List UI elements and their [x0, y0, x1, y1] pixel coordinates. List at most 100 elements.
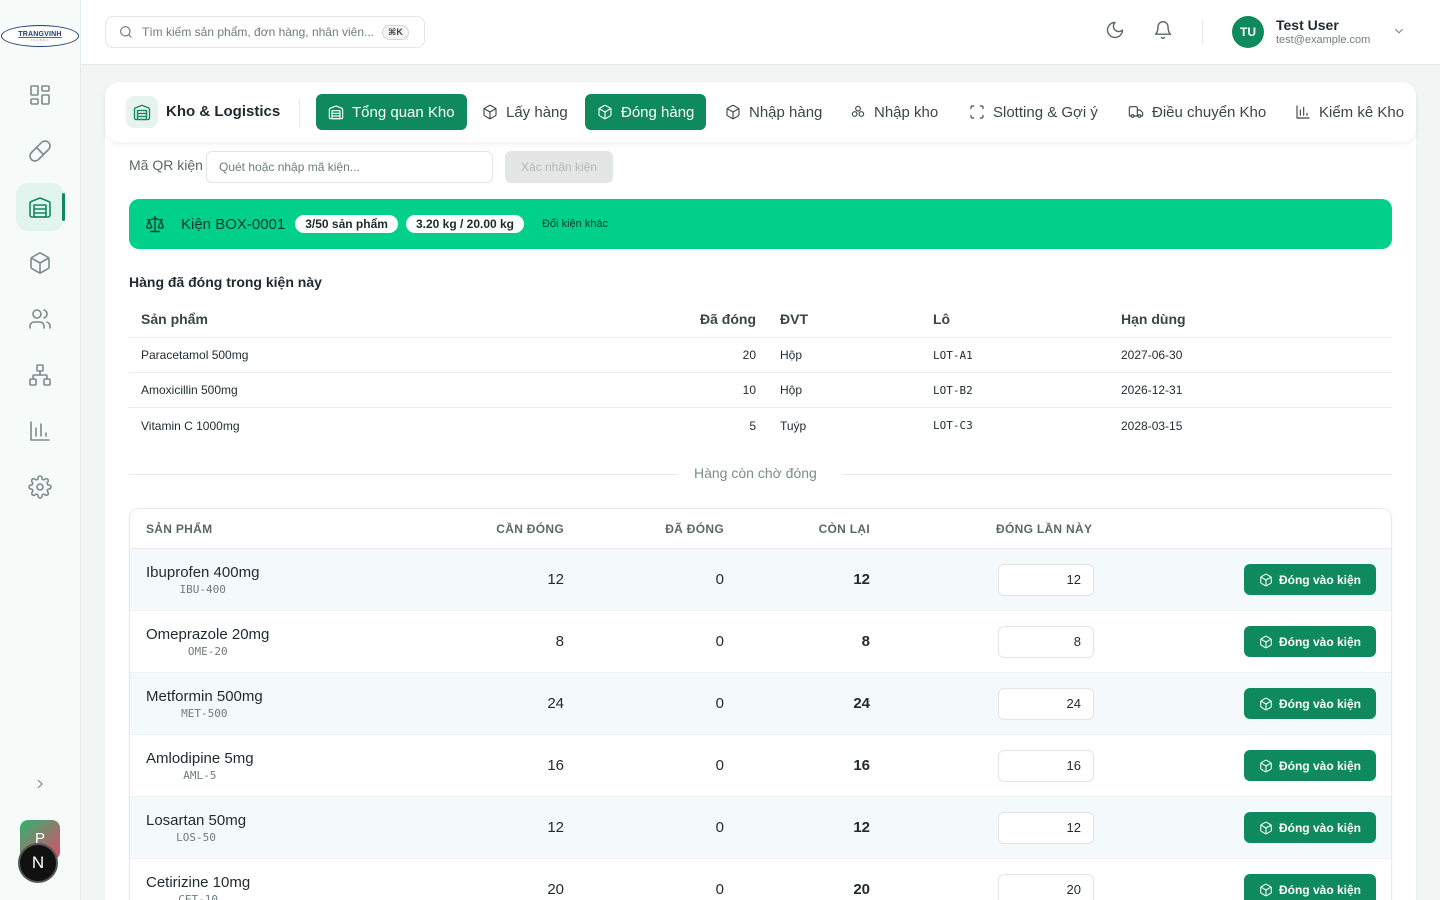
- sidebar-item-warehouse[interactable]: [16, 183, 65, 231]
- tab-label: Nhập kho: [874, 103, 939, 121]
- remaining-qty: 12: [853, 571, 870, 588]
- global-search[interactable]: Tìm kiếm sản phẩm, đơn hàng, nhân viên..…: [105, 16, 425, 48]
- remaining-qty: 20: [853, 881, 870, 898]
- user-name[interactable]: Test User: [1276, 17, 1339, 33]
- pack-qty-input[interactable]: [998, 625, 1094, 658]
- lot: LOT-C3: [933, 419, 973, 432]
- tab-stocktake[interactable]: Kiểm kê Kho: [1283, 94, 1416, 130]
- col-product: SẢN PHẨM: [146, 521, 213, 536]
- pack-qty-input[interactable]: [998, 873, 1094, 900]
- pending-table: SẢN PHẨM CẦN ĐÓNG ĐÃ ĐÓNG CÒN LẠI ĐÓNG L…: [129, 508, 1392, 900]
- pack-qty-input[interactable]: [998, 687, 1094, 720]
- pack-qty-input[interactable]: [998, 749, 1094, 782]
- sidebar-item-organization[interactable]: [16, 351, 64, 399]
- col-packed: Đã đóng: [700, 310, 756, 327]
- done-qty: 0: [715, 881, 724, 898]
- pack-button-label: Đóng vào kiện: [1278, 758, 1361, 773]
- divider-line: [129, 474, 678, 475]
- sidebar-expand-button[interactable]: [28, 772, 52, 796]
- product-name: Ibuprofen 400mg: [146, 563, 260, 581]
- search-shortcut: ⌘K: [382, 24, 409, 40]
- col-unit: ĐVT: [780, 310, 808, 327]
- pack-into-box-button[interactable]: Đóng vào kiện: [1244, 812, 1376, 843]
- pack-into-box-button[interactable]: Đóng vào kiện: [1244, 688, 1376, 719]
- scale-icon: [145, 215, 165, 233]
- tab-putaway[interactable]: Nhập kho: [838, 94, 950, 130]
- lot: LOT-B2: [933, 383, 973, 397]
- col-need: CẦN ĐÓNG: [496, 521, 564, 536]
- pack-into-box-button[interactable]: Đóng vào kiện: [1244, 874, 1376, 900]
- pack-qty-input[interactable]: [998, 811, 1094, 844]
- pack-into-box-button[interactable]: Đóng vào kiện: [1244, 750, 1376, 781]
- sidebar-item-pharmacy[interactable]: [16, 127, 64, 175]
- swap-box-link[interactable]: Đổi kiện khác: [542, 218, 608, 230]
- need-qty: 20: [547, 881, 564, 898]
- sidebar: TRANGVINH PHARMA P N: [0, 0, 81, 900]
- col-product: Sản phẩm: [141, 310, 208, 327]
- tab-slotting[interactable]: Slotting & Gợi ý: [957, 94, 1110, 130]
- table-row: Losartan 50mgLOS-50 12 0 12 Đóng vào kiện: [130, 797, 1391, 859]
- current-box-banner: Kiện BOX-0001 3/50 sản phẩm 3.20 kg / 20…: [129, 199, 1392, 249]
- sidebar-item-reports[interactable]: [16, 407, 64, 455]
- tab-warehouse-overview[interactable]: Tổng quan Kho: [316, 94, 467, 130]
- pack-into-box-button[interactable]: Đóng vào kiện: [1244, 564, 1376, 595]
- box-icon: [1260, 821, 1272, 834]
- qr-label: Mã QR kiện: [129, 157, 203, 173]
- next-avatar[interactable]: N: [18, 843, 58, 883]
- remaining-qty: 24: [853, 695, 870, 712]
- pack-button-cell: Đóng vào kiện: [1244, 673, 1376, 734]
- col-done: ĐÃ ĐÓNG: [665, 521, 724, 536]
- confirm-box-button[interactable]: Xác nhận kiện: [505, 151, 613, 183]
- tab-packing[interactable]: Đóng hàng: [585, 94, 707, 130]
- expiry: 2028-03-15: [1121, 418, 1183, 433]
- gear-icon: [28, 475, 52, 499]
- box-icon: [1260, 697, 1272, 710]
- remaining-qty: 8: [861, 633, 870, 650]
- unit: Tuýp: [780, 418, 807, 433]
- expiry: 2027-06-30: [1121, 348, 1183, 362]
- brand-logo[interactable]: TRANGVINH PHARMA: [1, 25, 79, 47]
- pack-into-box-button[interactable]: Đóng vào kiện: [1244, 626, 1376, 657]
- pack-qty-cell: [998, 673, 1094, 734]
- warehouse-icon: [328, 105, 344, 120]
- tab-receiving[interactable]: Nhập hàng: [713, 94, 834, 130]
- tab-picking[interactable]: Lấy hàng: [470, 94, 580, 130]
- box-icon: [1260, 883, 1272, 896]
- table-row: Ibuprofen 400mgIBU-400 12 0 12 Đóng vào kiện: [130, 549, 1391, 611]
- users-icon: [29, 309, 51, 329]
- product-cell: Amlodipine 5mg AML-5: [146, 735, 254, 796]
- sidebar-item-dashboard[interactable]: [16, 71, 64, 119]
- pack-qty-cell: [998, 797, 1094, 858]
- qr-input[interactable]: Quét hoặc nhập mã kiện...: [206, 151, 493, 183]
- pack-qty-cell: [998, 735, 1094, 796]
- table-row: Omeprazole 20mgOME-20 8 0 8 Đóng vào kiện: [130, 611, 1391, 673]
- sidebar-item-settings[interactable]: [16, 463, 64, 511]
- col-remaining: CÒN LẠI: [818, 521, 870, 536]
- packed-table-header: Sản phẩm Đã đóng ĐVT Lô Hạn dùng: [129, 300, 1392, 338]
- theme-toggle-button[interactable]: [1105, 20, 1129, 44]
- sidebar-item-products[interactable]: [16, 239, 64, 287]
- notifications-button[interactable]: [1153, 20, 1177, 44]
- product-cell: Ibuprofen 400mg IBU-400: [146, 549, 259, 610]
- tab-transfer[interactable]: Điều chuyển Kho: [1116, 94, 1278, 130]
- pack-button-label: Đóng vào kiện: [1278, 696, 1361, 711]
- divider-line: [842, 474, 1392, 475]
- pack-button-cell: Đóng vào kiện: [1244, 859, 1376, 900]
- pack-qty-input[interactable]: [998, 563, 1094, 596]
- packed-table: Sản phẩm Đã đóng ĐVT Lô Hạn dùng Paracet…: [129, 300, 1392, 443]
- user-menu-toggle[interactable]: [1392, 24, 1406, 38]
- user-avatar[interactable]: TU: [1232, 16, 1264, 48]
- product-name: Cetirizine 10mg: [146, 873, 251, 891]
- col-pack-now: ĐÓNG LẦN NÀY: [996, 521, 1093, 536]
- chevron-right-icon: [37, 779, 43, 789]
- pending-divider: Hàng còn chờ đóng: [129, 465, 1392, 485]
- sidebar-item-users[interactable]: [16, 295, 64, 343]
- box-icon: [1260, 635, 1272, 648]
- brand-logo-subtext: PHARMA: [30, 37, 50, 42]
- done-qty: 0: [715, 633, 724, 650]
- tab-label: Điều chuyển Kho: [1152, 103, 1267, 121]
- packed-qty: 20: [742, 348, 756, 362]
- bell-icon: [1154, 21, 1172, 40]
- need-qty: 12: [547, 819, 564, 836]
- box-icon: [483, 104, 497, 120]
